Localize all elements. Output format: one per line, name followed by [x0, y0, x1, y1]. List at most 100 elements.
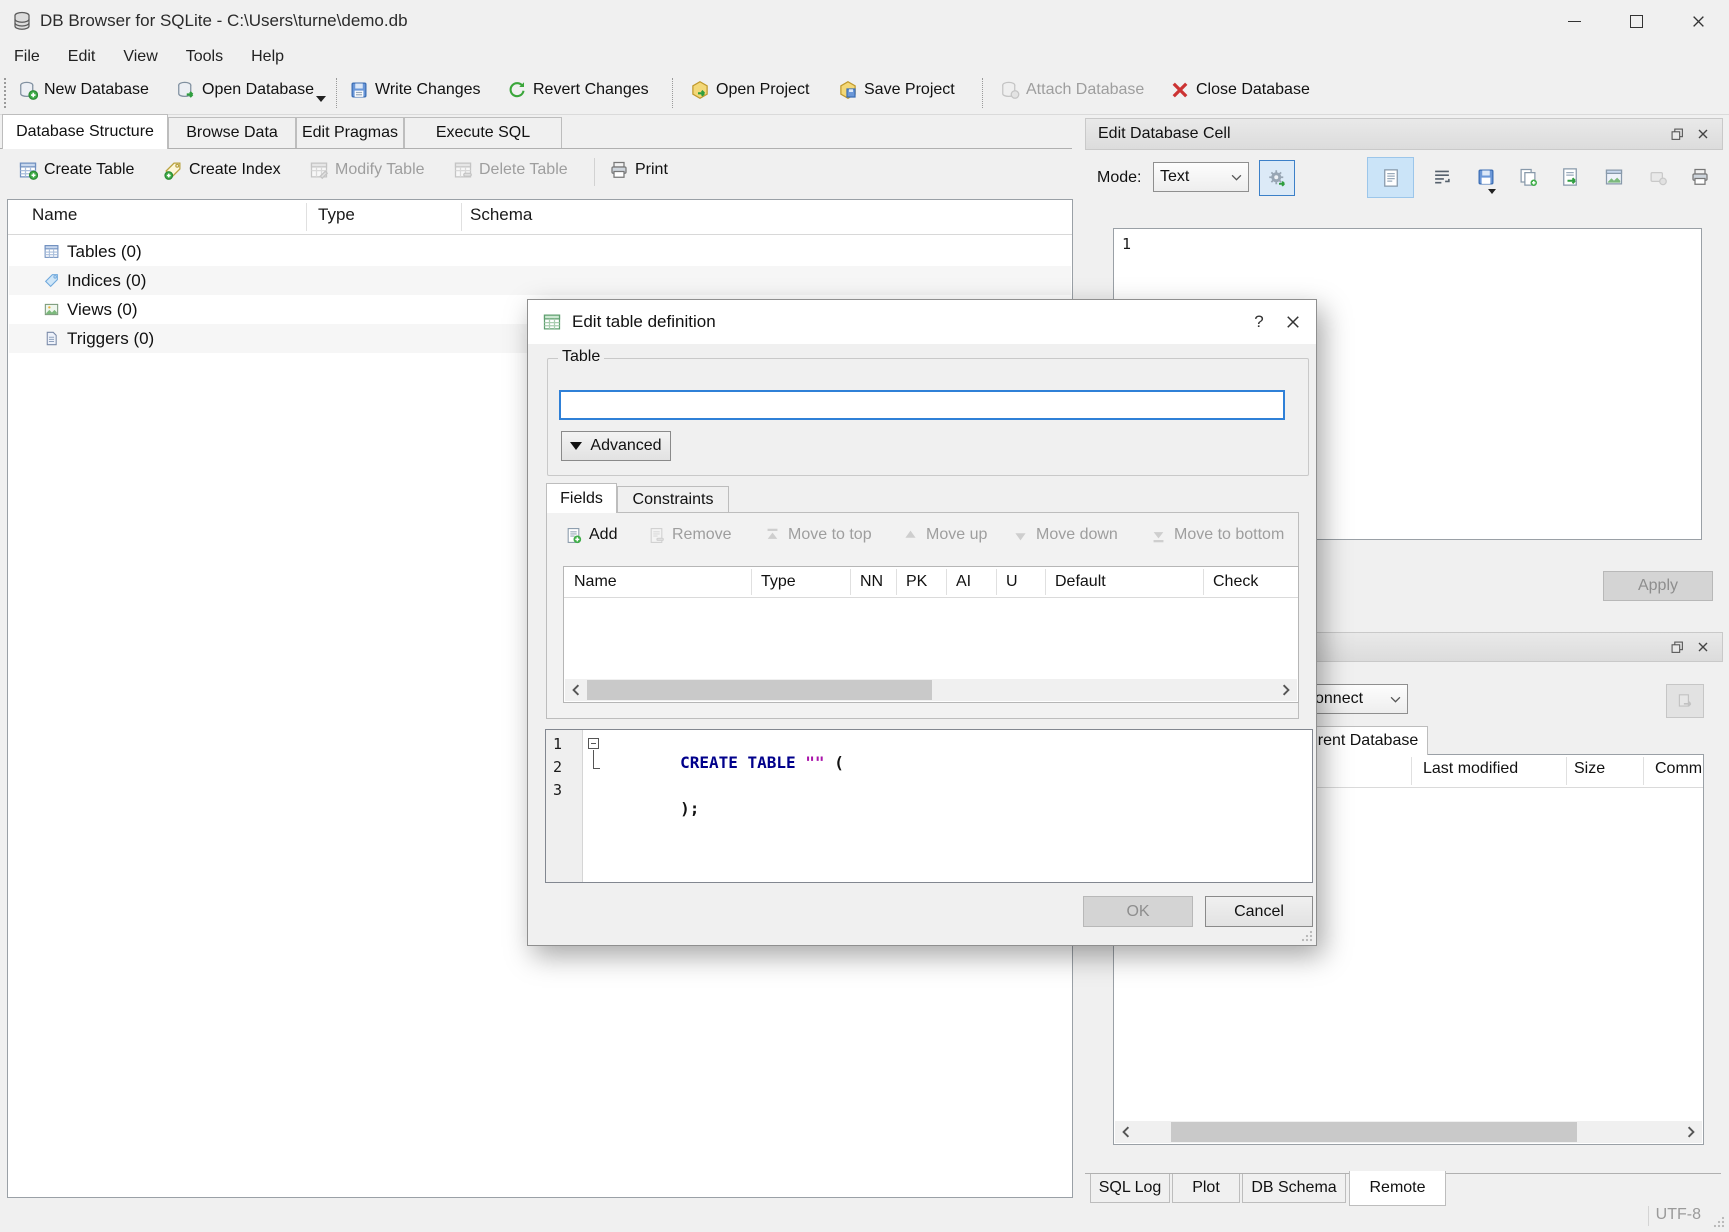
fields-hscrollbar[interactable]: [565, 679, 1297, 701]
menu-view[interactable]: View: [109, 42, 171, 72]
close-panel-button[interactable]: [1690, 123, 1716, 145]
text-mode-button[interactable]: [1367, 157, 1414, 198]
fold-marker-icon[interactable]: [588, 738, 599, 749]
tab-execute-sql[interactable]: Execute SQL: [404, 117, 562, 148]
print-cell-button[interactable]: [1690, 167, 1710, 187]
tab-remote[interactable]: Remote: [1349, 1171, 1446, 1206]
column-divider[interactable]: [996, 569, 997, 595]
write-changes-label: Write Changes: [375, 81, 481, 99]
sql-table-name: "": [805, 753, 824, 772]
close-button[interactable]: [1667, 0, 1729, 42]
tab-db-schema[interactable]: DB Schema: [1242, 1174, 1346, 1203]
column-header-nn[interactable]: NN: [860, 567, 883, 597]
column-divider[interactable]: [306, 203, 307, 231]
tab-edit-pragmas[interactable]: Edit Pragmas: [296, 117, 404, 148]
column-divider[interactable]: [461, 203, 462, 231]
auto-mode-button[interactable]: [1259, 160, 1295, 196]
menu-file[interactable]: File: [0, 42, 54, 72]
tree-row-indices[interactable]: Indices (0): [9, 266, 1071, 295]
import-cell-button[interactable]: [1560, 167, 1580, 187]
save-cell-button[interactable]: [1476, 167, 1496, 187]
save-dropdown-arrow[interactable]: [1488, 189, 1496, 194]
remote-hscrollbar[interactable]: [1115, 1121, 1702, 1143]
maximize-button[interactable]: [1605, 0, 1667, 42]
float-panel-button[interactable]: [1664, 636, 1690, 658]
scrollbar-thumb[interactable]: [1171, 1122, 1577, 1142]
add-field-button[interactable]: Add: [563, 525, 617, 545]
copy-cell-button[interactable]: [1518, 167, 1538, 187]
table-name-input[interactable]: [559, 390, 1285, 420]
column-divider[interactable]: [850, 569, 851, 595]
resize-grip[interactable]: [1712, 1215, 1726, 1229]
column-header-type[interactable]: Type: [318, 205, 355, 225]
toolbar-drag-handle[interactable]: [4, 78, 6, 108]
column-header-u[interactable]: U: [1006, 567, 1018, 597]
tab-sql-log[interactable]: SQL Log: [1090, 1174, 1170, 1203]
write-changes-button[interactable]: Write Changes: [349, 80, 481, 100]
set-null-button: [1648, 167, 1668, 187]
column-header-pk[interactable]: PK: [906, 567, 927, 597]
column-divider[interactable]: [751, 569, 752, 595]
scroll-left-arrow[interactable]: [1115, 1121, 1137, 1143]
cancel-button[interactable]: Cancel: [1205, 896, 1313, 927]
tab-database-structure[interactable]: Database Structure: [2, 114, 168, 149]
open-database-button[interactable]: Open Database: [176, 80, 314, 100]
tab-browse-data[interactable]: Browse Data: [168, 117, 296, 148]
dialog-resize-grip[interactable]: [1300, 929, 1314, 943]
column-header-size[interactable]: Size: [1574, 760, 1605, 778]
save-project-button[interactable]: Save Project: [838, 80, 955, 100]
close-database-button[interactable]: Close Database: [1170, 80, 1310, 100]
revert-changes-button[interactable]: Revert Changes: [507, 80, 649, 100]
minimize-button[interactable]: [1543, 0, 1605, 42]
column-divider[interactable]: [1411, 757, 1412, 785]
column-divider[interactable]: [1203, 569, 1204, 595]
open-project-button[interactable]: Open Project: [690, 80, 809, 100]
open-database-dropdown-arrow[interactable]: [316, 96, 326, 102]
column-header-last-modified[interactable]: Last modified: [1423, 760, 1518, 778]
close-panel-button[interactable]: [1690, 636, 1716, 658]
column-header-default[interactable]: Default: [1055, 567, 1106, 597]
menu-help[interactable]: Help: [237, 42, 298, 72]
fields-table-header: Name Type NN PK AI U Default Check: [564, 567, 1298, 598]
column-divider[interactable]: [1045, 569, 1046, 595]
advanced-button[interactable]: Advanced: [561, 431, 671, 461]
word-wrap-button[interactable]: [1432, 167, 1452, 187]
scroll-left-arrow[interactable]: [565, 679, 587, 701]
tab-current-database[interactable]: rent Database: [1308, 726, 1428, 755]
menu-edit[interactable]: Edit: [54, 42, 110, 72]
dialog-help-button[interactable]: ?: [1242, 305, 1276, 339]
mode-select[interactable]: Text: [1153, 162, 1249, 192]
column-header-schema[interactable]: Schema: [470, 205, 532, 225]
scroll-right-arrow[interactable]: [1680, 1121, 1702, 1143]
encoding-indicator[interactable]: UTF-8: [1656, 1206, 1701, 1224]
export-cell-button[interactable]: [1604, 167, 1624, 187]
column-header-type[interactable]: Type: [761, 567, 796, 597]
sql-preview-editor[interactable]: 1 2 3 CREATE TABLE "" ( );: [545, 729, 1313, 883]
column-header-name[interactable]: Name: [32, 205, 77, 225]
tab-constraints[interactable]: Constraints: [617, 486, 729, 513]
menu-tools[interactable]: Tools: [172, 42, 237, 72]
move-to-top-label: Move to top: [788, 526, 872, 544]
tree-row-tables[interactable]: Tables (0): [9, 237, 1071, 266]
column-divider[interactable]: [946, 569, 947, 595]
print-button[interactable]: Print: [609, 160, 668, 180]
column-header-name[interactable]: Name: [574, 567, 617, 597]
tab-fields[interactable]: Fields: [546, 483, 617, 513]
dialog-close-button[interactable]: [1276, 305, 1310, 339]
new-database-button[interactable]: New Database: [18, 80, 149, 100]
column-divider[interactable]: [896, 569, 897, 595]
scrollbar-thumb[interactable]: [587, 680, 932, 700]
column-divider[interactable]: [1643, 757, 1644, 785]
create-table-button[interactable]: Create Table: [18, 160, 134, 180]
remote-connect-select[interactable]: onnect: [1308, 684, 1408, 714]
create-index-button[interactable]: Create Index: [163, 160, 281, 180]
column-header-check[interactable]: Check: [1213, 567, 1258, 597]
column-divider[interactable]: [1566, 757, 1567, 785]
tab-plot[interactable]: Plot: [1172, 1174, 1240, 1203]
column-header-commit[interactable]: Comm: [1655, 760, 1702, 778]
statusbar: UTF-8: [0, 1200, 1729, 1232]
float-panel-button[interactable]: [1664, 123, 1690, 145]
scroll-right-arrow[interactable]: [1275, 679, 1297, 701]
column-header-ai[interactable]: AI: [956, 567, 971, 597]
move-up-button: Move up: [900, 525, 987, 545]
